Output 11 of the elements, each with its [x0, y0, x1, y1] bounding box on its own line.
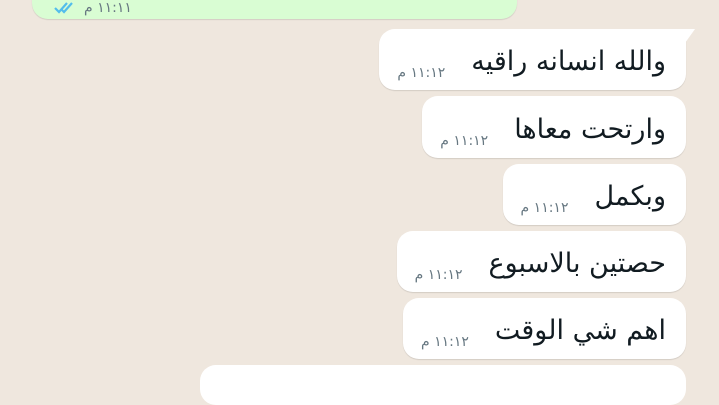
- message-text: حصتين بالاسبوع: [488, 246, 666, 281]
- message-text: وارتحت معاها: [514, 112, 666, 147]
- message-text: اهم شي الوقت: [494, 314, 666, 348]
- message-text: وبكمل: [594, 180, 666, 214]
- message-text: والله انسانه راقيه: [471, 45, 666, 80]
- message-time: ١١:١٢ م: [414, 266, 462, 284]
- message-time: ١١:١٢ م: [420, 333, 469, 352]
- message-time: ١١:١٢ م: [397, 64, 446, 82]
- message-time: ١١:١٢ م: [520, 198, 568, 217]
- message-time: ١١:١١ م: [84, 1, 132, 16]
- message-time: ١١:١٢ م: [440, 132, 488, 150]
